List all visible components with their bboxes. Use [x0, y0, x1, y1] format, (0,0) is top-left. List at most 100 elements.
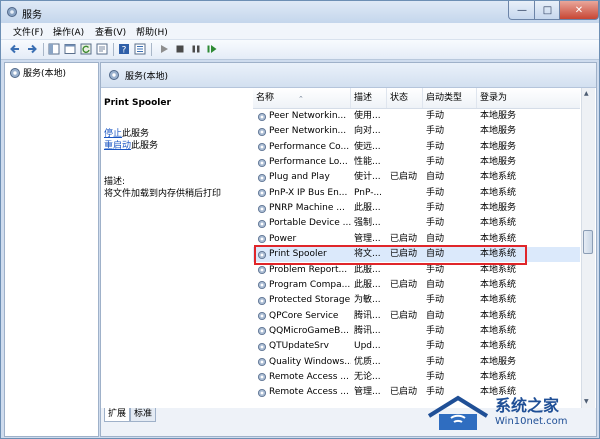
cell-startup-type: 自动: [426, 310, 445, 321]
tab-standard[interactable]: 标准: [130, 408, 157, 422]
cell-description: 优质...: [354, 356, 381, 367]
table-row[interactable]: Performance Co... 使远... 手动 本地服务: [253, 140, 580, 155]
cell-logon-as: 本地系统: [480, 187, 517, 198]
cell-description: Upd...: [354, 341, 381, 352]
column-header-startup-type[interactable]: 启动类型: [423, 88, 477, 108]
console-icon[interactable]: [64, 43, 76, 55]
description-text: 将文件加载到内存供稍后打印: [104, 189, 222, 199]
cell-name: Program Compa...: [257, 278, 351, 293]
menu-file[interactable]: 文件(F): [13, 25, 43, 38]
cell-logon-as: 本地服务: [480, 356, 517, 367]
cell-status: [390, 216, 424, 231]
cell-status: 已启动: [390, 310, 418, 321]
svg-text:?: ?: [122, 46, 127, 56]
watermark-title: 系统之家: [495, 396, 560, 415]
show-tree-icon[interactable]: [48, 43, 60, 55]
minimize-button[interactable]: —: [508, 1, 536, 20]
cell-startup-type: 手动: [426, 356, 445, 367]
column-header-name[interactable]: 名称 ⌃: [253, 88, 351, 108]
restart-service-link[interactable]: 重启动: [104, 141, 131, 151]
table-row[interactable]: Performance Lo... 性能... 手动 本地服务: [253, 155, 580, 170]
restart-service-row: 重启动此服务: [104, 138, 158, 151]
forward-arrow-icon[interactable]: [26, 43, 38, 55]
tab-extended[interactable]: 扩展: [104, 408, 131, 422]
export-icon[interactable]: [96, 43, 108, 55]
cell-status: [390, 293, 424, 308]
cell-logon-as: 本地系统: [480, 279, 517, 290]
service-name: QTUpdateSrv: [269, 341, 329, 352]
service-gear-icon: [257, 112, 267, 121]
table-row[interactable]: Quality Windows... 优质... 手动 本地服务: [253, 355, 580, 370]
back-arrow-icon[interactable]: [9, 43, 21, 55]
table-row[interactable]: PnP-X IP Bus En... PnP-... 手动 本地系统: [253, 186, 580, 201]
table-row[interactable]: Peer Networkin... 使用... 手动 本地服务: [253, 109, 580, 124]
stop-icon[interactable]: [174, 43, 186, 55]
menu-action[interactable]: 操作(A): [53, 25, 84, 38]
title-bar[interactable]: 服务 — □ ✕: [1, 1, 599, 23]
table-row[interactable]: PNRP Machine ... 此服... 手动 本地服务: [253, 201, 580, 216]
refresh-icon[interactable]: [80, 43, 92, 55]
cell-startup-type: 自动: [426, 172, 445, 183]
menu-help[interactable]: 帮助(H): [136, 25, 168, 38]
column-header-status[interactable]: 状态: [387, 88, 423, 108]
column-header-description[interactable]: 描述: [351, 88, 387, 108]
cell-name: Peer Networkin...: [257, 109, 351, 124]
table-row[interactable]: Plug and Play 使计... 已启动 自动 本地系统: [253, 170, 580, 185]
cell-logon-as: 本地服务: [480, 141, 517, 152]
cell-name: Remote Access ...: [257, 370, 351, 385]
cell-description: 腾讯...: [354, 310, 381, 321]
service-name: Plug and Play: [269, 172, 330, 183]
cell-name: Protected Storage: [257, 293, 351, 308]
table-row[interactable]: Program Compa... 此服... 已启动 自动 本地系统: [253, 278, 580, 293]
start-icon[interactable]: [158, 43, 170, 55]
selection-highlight-box: [254, 245, 527, 265]
service-gear-icon: [257, 358, 267, 367]
table-row[interactable]: Remote Access ... 无论... 手动 本地系统: [253, 370, 580, 385]
cell-status: [390, 324, 424, 339]
toolbar-separator: [43, 43, 44, 56]
cell-status: 已启动: [390, 387, 418, 398]
service-gear-icon: [257, 342, 267, 351]
restart-icon[interactable]: [206, 43, 218, 55]
help-icon[interactable]: ?: [118, 43, 130, 55]
close-button[interactable]: ✕: [559, 1, 599, 20]
vertical-scrollbar[interactable]: ▲ ▼: [581, 88, 595, 408]
cell-logon-as: 本地系统: [480, 341, 517, 352]
table-row[interactable]: QTUpdateSrv Upd... 手动 本地系统: [253, 339, 580, 354]
cell-name: PNRP Machine ...: [257, 201, 351, 216]
cell-name: Performance Co...: [257, 140, 351, 155]
cell-description: 使远...: [354, 141, 381, 152]
cell-name: Remote Access ...: [257, 385, 351, 400]
scrollbar-thumb[interactable]: [583, 230, 593, 254]
services-window: 服务 — □ ✕ 文件(F) 操作(A) 查看(V) 帮助(H) ? 服务(本地…: [0, 0, 600, 439]
service-gear-icon: [257, 158, 267, 167]
service-gear-icon: [257, 127, 267, 136]
table-row[interactable]: QQMicroGameB... 腾讯... 手动 本地系统: [253, 324, 580, 339]
house-logo-icon: [427, 395, 489, 430]
cell-status: [390, 155, 424, 170]
scroll-up-icon[interactable]: ▲: [584, 90, 589, 97]
menu-view[interactable]: 查看(V): [95, 25, 126, 38]
table-row[interactable]: Portable Device ... 强制... 手动 本地系统: [253, 216, 580, 231]
properties-icon[interactable]: [134, 43, 146, 55]
service-name: Performance Lo...: [269, 157, 348, 168]
table-row[interactable]: Peer Networkin... 向对... 手动 本地服务: [253, 124, 580, 139]
service-name: Peer Networkin...: [269, 111, 347, 121]
cell-logon-as: 本地服务: [480, 111, 517, 121]
cell-status: [390, 370, 424, 385]
column-header-logon-as[interactable]: 登录为: [477, 88, 540, 108]
service-detail-panel: Print Spooler 停止此服务 重启动此服务 描述: 将文件加载到内存供…: [101, 88, 251, 408]
pause-icon[interactable]: [190, 43, 202, 55]
maximize-button[interactable]: □: [534, 1, 561, 20]
cell-startup-type: 手动: [426, 141, 445, 152]
service-name: PnP-X IP Bus En...: [269, 187, 348, 198]
cell-status: [390, 186, 424, 201]
service-name: Performance Co...: [269, 141, 350, 152]
table-row[interactable]: Protected Storage 为敏... 手动 本地系统: [253, 293, 580, 308]
table-row[interactable]: QPCore Service 腾讯... 已启动 自动 本地系统: [253, 309, 580, 324]
tree-node-services-local[interactable]: 服务(本地): [9, 66, 66, 79]
cell-status: [390, 109, 424, 124]
service-name: Remote Access ...: [269, 387, 349, 398]
services-gear-icon: [10, 67, 20, 78]
toolbar: ?: [1, 40, 599, 60]
